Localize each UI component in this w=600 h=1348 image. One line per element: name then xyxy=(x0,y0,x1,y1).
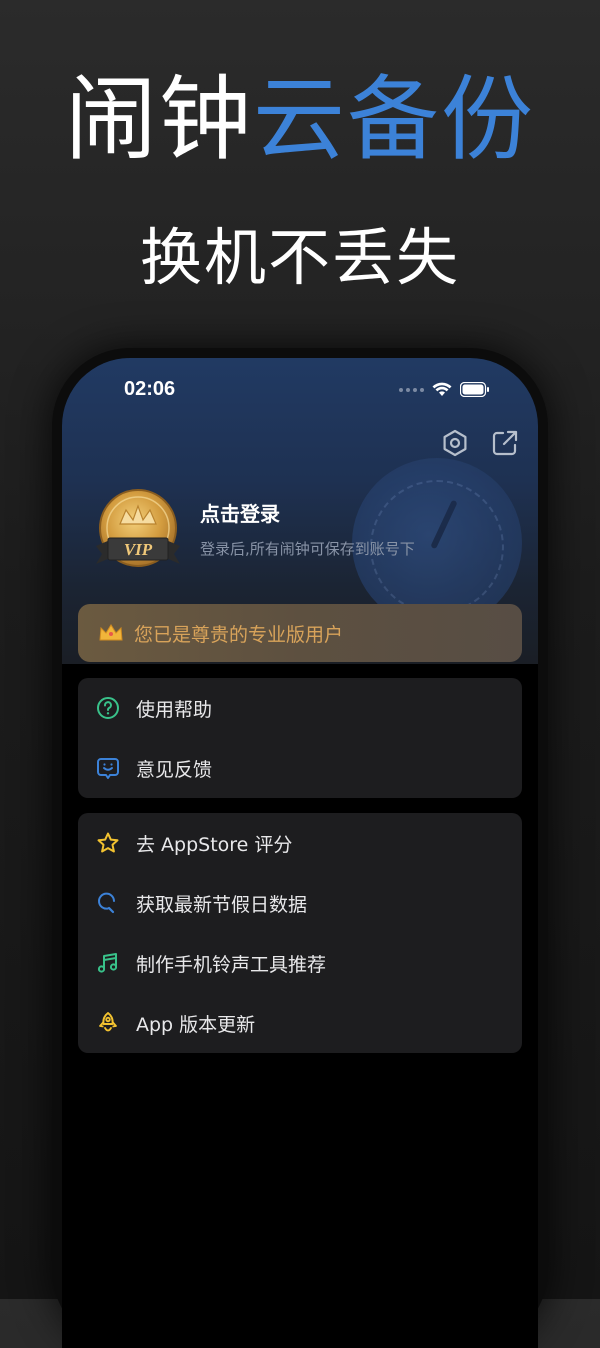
menu-item-holiday-data[interactable]: 获取最新节假日数据 xyxy=(78,873,522,933)
menu-item-feedback[interactable]: 意见反馈 xyxy=(78,738,522,798)
menu-item-label: 获取最新节假日数据 xyxy=(136,893,308,916)
help-circle-icon xyxy=(96,696,120,720)
menu-item-ringtone-tool[interactable]: 制作手机铃声工具推荐 xyxy=(78,933,522,993)
menu-item-label: 制作手机铃声工具推荐 xyxy=(136,953,327,976)
star-icon xyxy=(96,831,120,855)
phone-frame: 02:06 VIP 点击登录 登录后,所有闹钟可保存到账号下 您已是尊贵的专业版… xyxy=(52,348,548,1348)
menu-item-label: App 版本更新 xyxy=(136,1013,256,1036)
menu-item-label: 去 AppStore 评分 xyxy=(136,833,293,856)
phone-screen: 02:06 VIP 点击登录 登录后,所有闹钟可保存到账号下 您已是尊贵的专业版… xyxy=(62,358,538,1348)
settings-button[interactable] xyxy=(440,428,470,458)
refresh-search-icon xyxy=(96,891,120,915)
login-title[interactable]: 点击登录 xyxy=(200,498,280,527)
vip-badge[interactable]: VIP xyxy=(90,488,186,578)
menu-card-support: 使用帮助 意见反馈 xyxy=(78,678,522,798)
headline-part-white: 闹钟 xyxy=(64,66,253,173)
promo-headline: 闹钟云备份 xyxy=(0,68,600,172)
login-subtitle: 登录后,所有闹钟可保存到账号下 xyxy=(200,540,415,558)
rocket-icon xyxy=(96,1011,120,1035)
wifi-icon xyxy=(432,382,452,397)
menu-item-app-update[interactable]: App 版本更新 xyxy=(78,993,522,1053)
share-button[interactable] xyxy=(490,428,520,458)
share-external-icon xyxy=(492,430,518,456)
settings-hexagon-icon xyxy=(443,429,467,457)
menu-item-rate-appstore[interactable]: 去 AppStore 评分 xyxy=(78,813,522,873)
pro-user-banner[interactable]: 您已是尊贵的专业版用户 xyxy=(78,604,522,662)
profile-header: 02:06 VIP 点击登录 登录后,所有闹钟可保存到账号下 您已是尊贵的专业版… xyxy=(62,358,538,664)
pro-user-text: 您已是尊贵的专业版用户 xyxy=(134,623,344,646)
menu-item-help[interactable]: 使用帮助 xyxy=(78,678,522,738)
menu-item-label: 意见反馈 xyxy=(136,758,213,781)
crown-icon xyxy=(99,624,123,641)
menu-card-extras: 去 AppStore 评分 获取最新节假日数据 制作手机铃声工具推荐 App 版… xyxy=(78,813,522,1053)
vip-badge-text: VIP xyxy=(124,540,153,559)
menu-item-label: 使用帮助 xyxy=(136,698,213,721)
headline-part-blue: 云备份 xyxy=(253,66,536,173)
signal-icon xyxy=(399,387,424,392)
status-time: 02:06 xyxy=(124,378,176,400)
promo-subheadline: 换机不丢失 xyxy=(139,221,460,294)
feedback-smile-icon xyxy=(96,756,120,780)
battery-icon xyxy=(460,382,490,397)
music-note-icon xyxy=(96,951,120,975)
status-icons xyxy=(399,382,490,397)
